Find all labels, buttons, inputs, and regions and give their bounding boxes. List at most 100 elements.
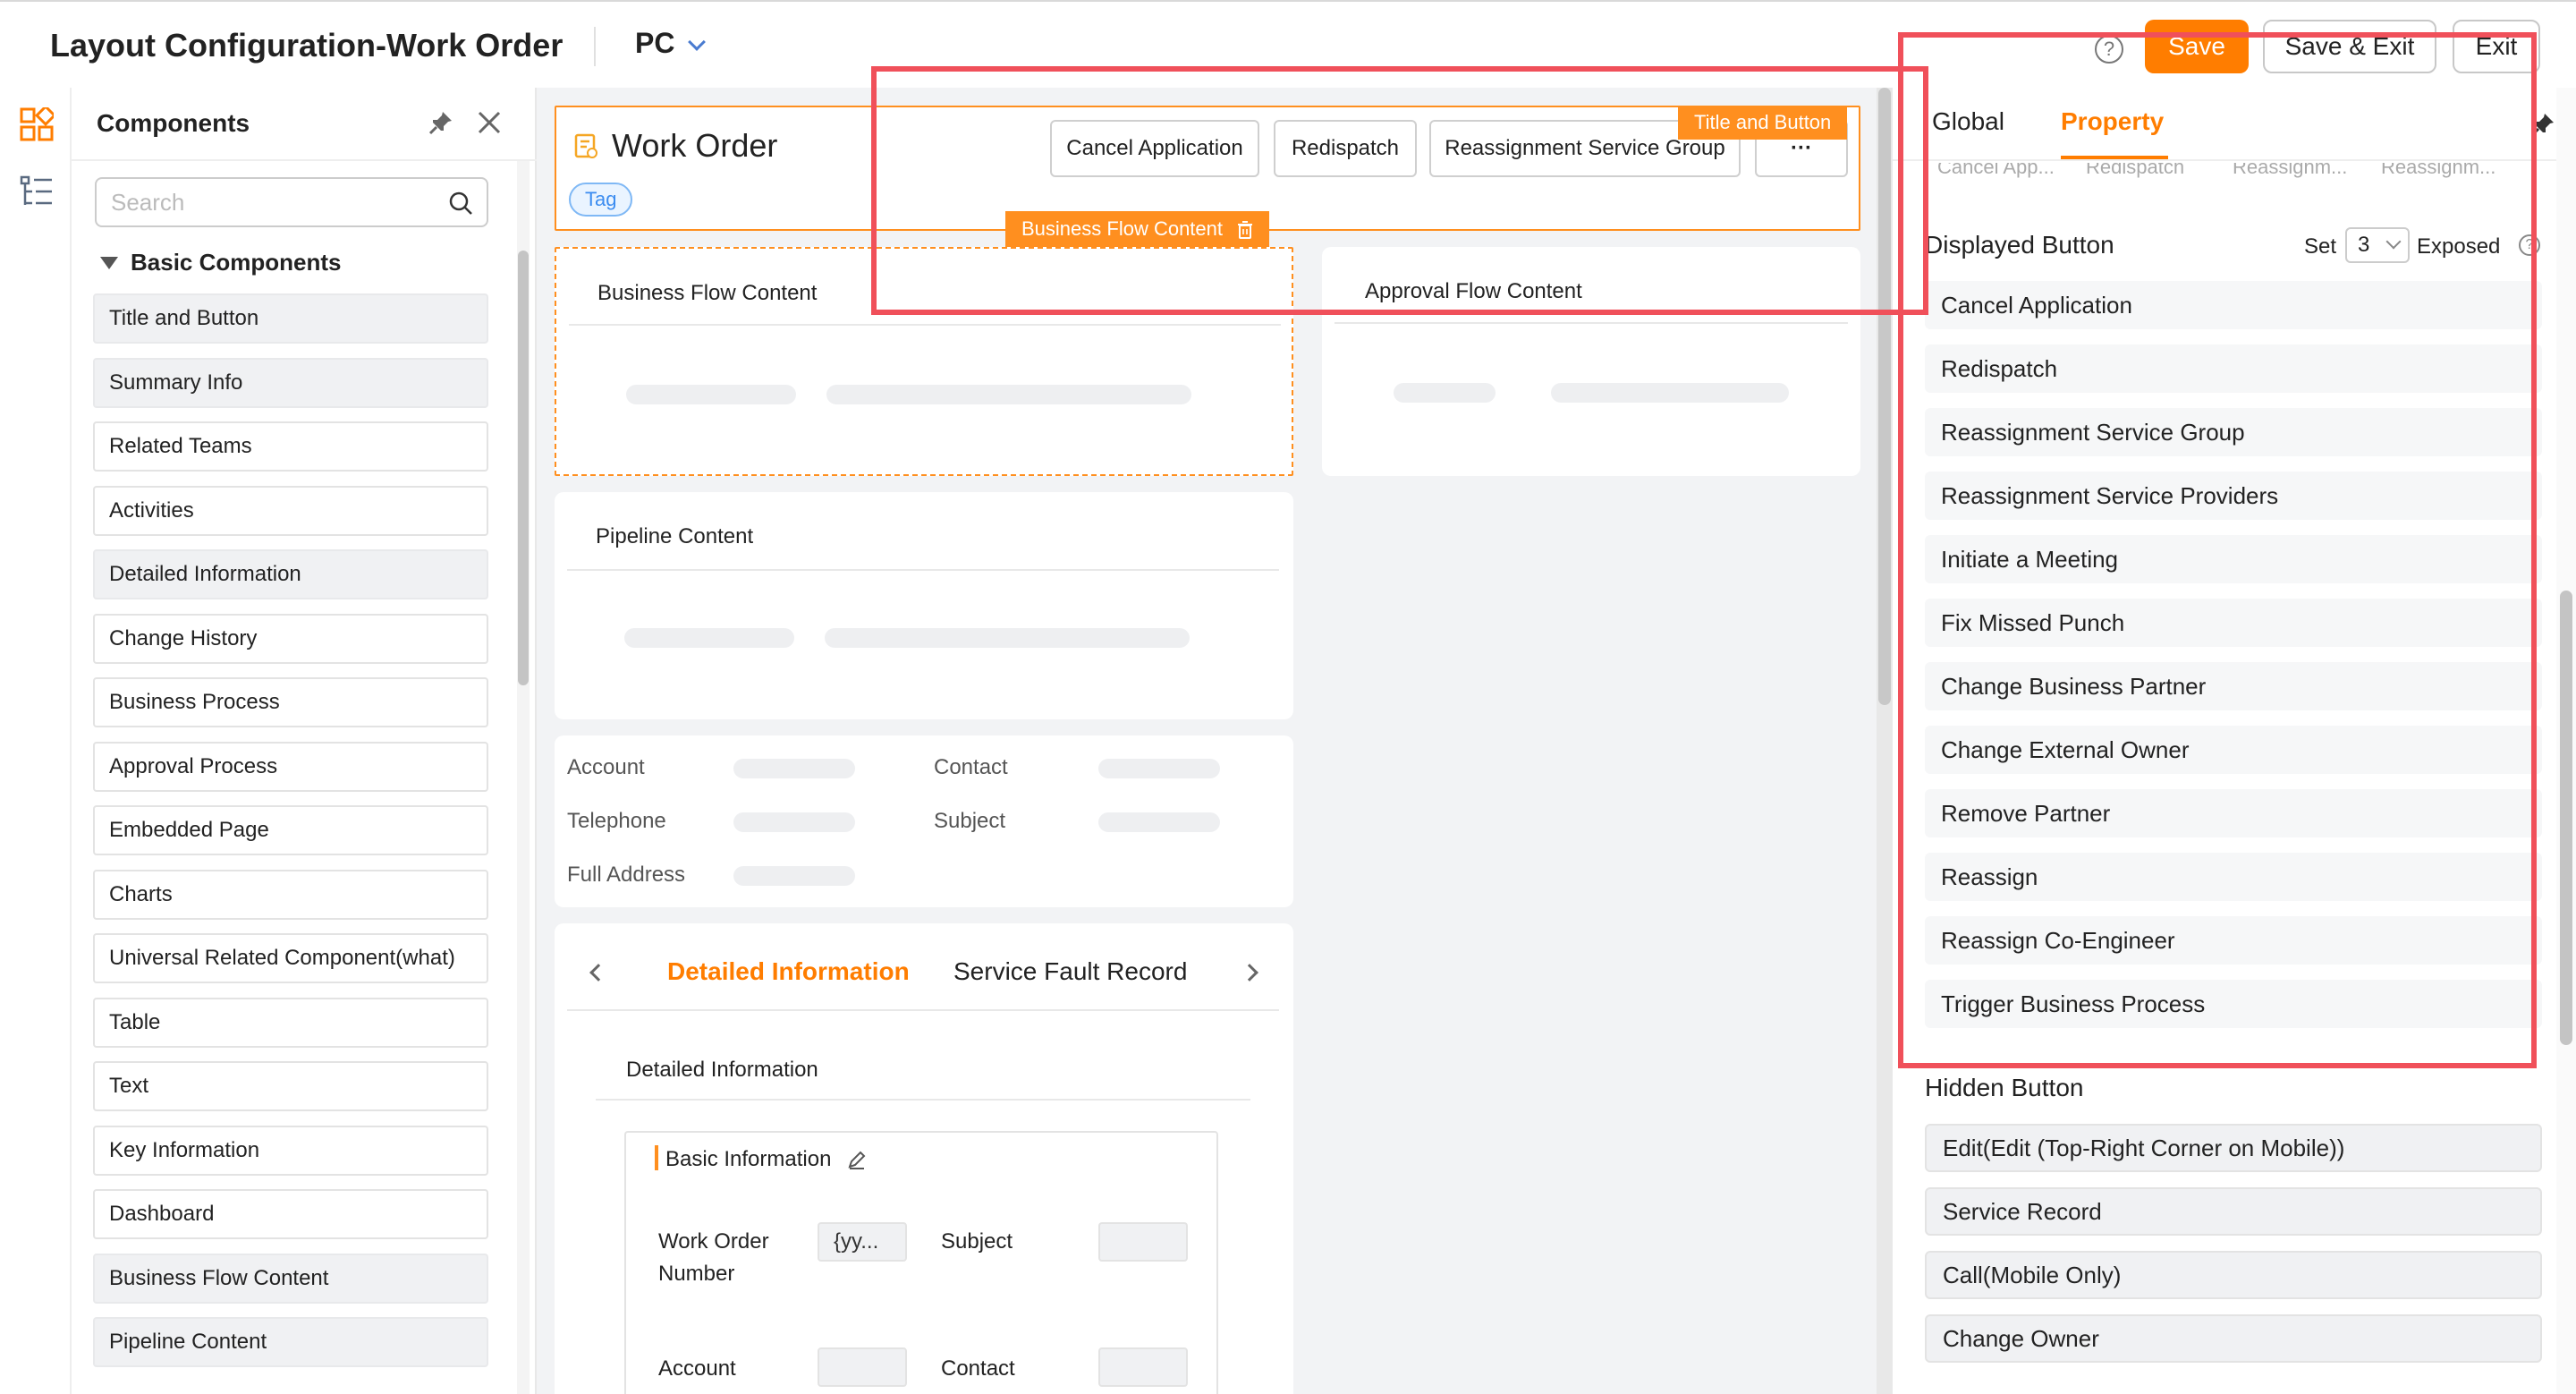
question-icon[interactable]: ? [2519, 234, 2540, 256]
skeleton-bar [733, 866, 855, 886]
scroll-thumb[interactable] [2560, 591, 2572, 1045]
component-item[interactable]: Universal Related Component(what) [93, 933, 488, 983]
exit-button[interactable]: Exit [2453, 20, 2540, 73]
hidden-button-item[interactable]: Change Owner [1925, 1314, 2542, 1363]
exposed-count-select[interactable]: 3 [2345, 227, 2410, 263]
save-button[interactable]: Save [2145, 20, 2249, 73]
displayed-button-item[interactable]: Remove Partner [1925, 789, 2542, 837]
telephone-label: Telephone [567, 809, 666, 833]
displayed-button-item[interactable]: Reassignment Service Providers [1925, 472, 2542, 520]
scroll-thumb[interactable] [1878, 88, 1891, 705]
detailed-information-component[interactable]: Detailed Information Service Fault Recor… [555, 923, 1293, 1394]
work-order-number-label-1: Work Order [658, 1229, 769, 1254]
components-scrollbar[interactable] [517, 161, 530, 1394]
card-divider [1335, 322, 1848, 324]
skeleton-bar [733, 759, 855, 778]
full-address-label: Full Address [567, 863, 686, 887]
pipeline-content-component[interactable]: Pipeline Content [555, 492, 1293, 719]
redispatch-button[interactable]: Redispatch [1274, 120, 1417, 177]
trash-icon[interactable] [1237, 221, 1253, 240]
approval-flow-title: Approval Flow Content [1365, 279, 1582, 303]
component-item[interactable]: Approval Process [93, 741, 488, 792]
property-panel: Global Property Cancel App... Redispatch… [1893, 88, 2576, 1394]
skeleton-bar [1394, 383, 1496, 403]
component-item[interactable]: Title and Button [93, 293, 488, 344]
displayed-button-item[interactable]: Fix Missed Punch [1925, 599, 2542, 647]
caret-down-icon [100, 256, 118, 269]
hidden-button-title: Hidden Button [1925, 1074, 2084, 1101]
basic-components-group[interactable]: Basic Components [100, 249, 342, 276]
document-icon [574, 133, 597, 158]
layout-canvas: Work Order Tag Cancel Application Redisp… [537, 88, 1893, 1394]
summary-info-component[interactable]: Account Contact Telephone Subject Full A… [555, 735, 1293, 907]
chevron-down-icon [2385, 234, 2402, 250]
component-item[interactable]: Summary Info [93, 357, 488, 408]
left-rail [0, 88, 72, 1394]
displayed-button-item[interactable]: Trigger Business Process [1925, 980, 2542, 1028]
pin-icon[interactable] [428, 109, 454, 136]
tab-service-fault-record[interactable]: Service Fault Record [953, 957, 1187, 986]
pin-icon[interactable] [2529, 111, 2556, 138]
scroll-thumb[interactable] [518, 251, 529, 685]
component-item[interactable]: Charts [93, 869, 488, 920]
component-item[interactable]: Detailed Information [93, 549, 488, 599]
card-divider [569, 324, 1281, 326]
platform-select[interactable]: PC [635, 27, 707, 60]
component-item[interactable]: Change History [93, 613, 488, 664]
tab-detailed-information[interactable]: Detailed Information [667, 957, 910, 986]
displayed-button-item[interactable]: Reassignment Service Group [1925, 408, 2542, 456]
displayed-button-item[interactable]: Reassign [1925, 853, 2542, 901]
contact-value[interactable] [1098, 1347, 1188, 1387]
component-item[interactable]: Table [93, 997, 488, 1048]
header-divider [594, 27, 596, 66]
displayed-button-item[interactable]: Initiate a Meeting [1925, 535, 2542, 583]
cancel-application-button[interactable]: Cancel Application [1050, 120, 1259, 177]
component-item[interactable]: Key Information [93, 1125, 488, 1176]
component-item[interactable]: Business Flow Content [93, 1253, 488, 1304]
skeleton-bar [626, 385, 796, 404]
canvas-scrollbar[interactable] [1877, 88, 1893, 1394]
hidden-button-list: Edit(Edit (Top-Right Corner on Mobile)) S… [1925, 1124, 2542, 1378]
tag-badge: Tag [569, 183, 633, 217]
hidden-button-item[interactable]: Call(Mobile Only) [1925, 1251, 2542, 1299]
skeleton-bar [1098, 812, 1220, 832]
approval-flow-content-component[interactable]: Approval Flow Content [1322, 247, 1860, 476]
component-item[interactable]: Activities [93, 485, 488, 536]
hidden-button-item[interactable]: Service Record [1925, 1187, 2542, 1236]
subject-value[interactable] [1098, 1222, 1188, 1262]
component-item[interactable]: Related Teams [93, 421, 488, 472]
displayed-button-item[interactable]: Cancel Application [1925, 281, 2542, 329]
group-label: Basic Components [131, 249, 342, 276]
section-title: Detailed Information [626, 1058, 818, 1082]
displayed-button-item[interactable]: Change External Owner [1925, 726, 2542, 774]
search-input[interactable] [95, 177, 488, 227]
skeleton-bar [826, 385, 1191, 404]
account-value[interactable] [818, 1347, 907, 1387]
tab-global[interactable]: Global [1932, 107, 2004, 136]
component-item[interactable]: Business Process [93, 677, 488, 727]
displayed-button-item[interactable]: Reassign Co-Engineer [1925, 916, 2542, 965]
help-icon[interactable]: ? [2095, 35, 2123, 64]
tree-icon[interactable] [20, 175, 54, 209]
property-scrollbar[interactable] [2556, 88, 2576, 1394]
chevron-left-icon[interactable] [589, 964, 607, 982]
edit-icon[interactable] [846, 1149, 868, 1170]
business-flow-content-component[interactable]: Business Flow Content [555, 247, 1293, 476]
basic-information-title: Basic Information [665, 1147, 832, 1171]
tab-property[interactable]: Property [2061, 107, 2164, 136]
close-icon[interactable] [476, 109, 503, 136]
component-item[interactable]: Pipeline Content [93, 1317, 488, 1367]
hidden-button-item[interactable]: Edit(Edit (Top-Right Corner on Mobile)) [1925, 1124, 2542, 1172]
chevron-right-icon[interactable] [1241, 964, 1258, 982]
truncated-button: Redispatch [2086, 163, 2185, 178]
component-item[interactable]: Dashboard [93, 1189, 488, 1239]
displayed-button-item[interactable]: Change Business Partner [1925, 662, 2542, 710]
save-exit-button[interactable]: Save & Exit [2263, 20, 2436, 73]
component-item[interactable]: Embedded Page [93, 805, 488, 855]
search-icon[interactable] [447, 190, 474, 217]
work-order-number-value[interactable]: {yy... [818, 1222, 907, 1262]
displayed-button-item[interactable]: Redispatch [1925, 344, 2542, 393]
components-icon[interactable] [20, 107, 54, 141]
component-item[interactable]: Text [93, 1061, 488, 1111]
accent-bar [655, 1145, 658, 1170]
